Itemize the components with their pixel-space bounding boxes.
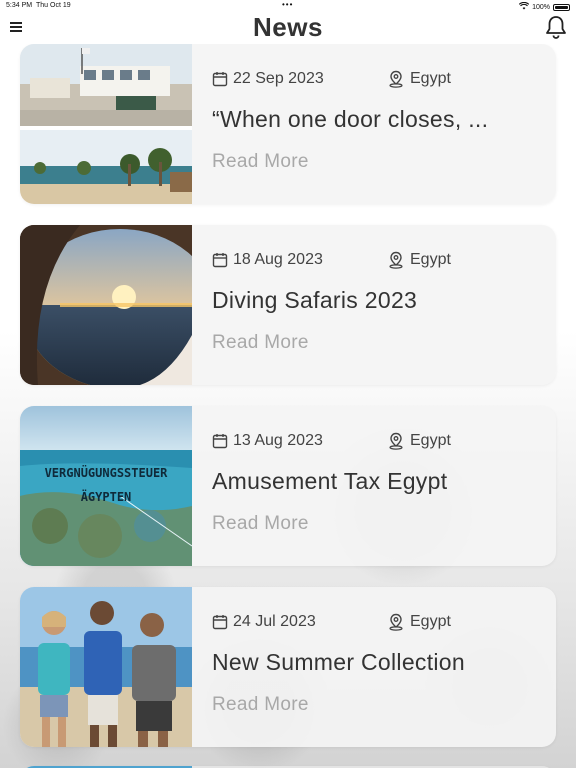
read-more-link[interactable]: Read More	[212, 332, 309, 354]
news-date-text: 13 Aug 2023	[233, 432, 323, 449]
news-meta: 13 Aug 2023 Egypt	[212, 432, 536, 454]
news-date-text: 18 Aug 2023	[233, 251, 323, 268]
image-caption-line: ÄGYPTEN	[80, 490, 132, 504]
news-date: 18 Aug 2023	[212, 251, 323, 269]
news-meta: 22 Sep 2023 Egypt	[212, 70, 536, 92]
news-title: Diving Safaris 2023	[212, 287, 418, 313]
wifi-icon	[518, 1, 530, 12]
read-more-link[interactable]: Read More	[212, 151, 309, 173]
calendar-icon	[212, 434, 228, 449]
news-card[interactable]: 18 Aug 2023 Egypt Diving Safaris 2023 Re…	[20, 225, 556, 385]
news-title: New Summer Collection	[212, 649, 465, 675]
news-image-reef: VERGNÜGUNGSSTEUER ÄGYPTEN	[20, 406, 192, 566]
news-card[interactable]: 24 Jul 2023 Egypt New Summer Collection …	[20, 587, 556, 747]
news-card[interactable]: 22 Sep 2023 Egypt “When one door closes,…	[20, 44, 556, 204]
news-location: Egypt	[388, 613, 451, 631]
page-title: News	[253, 12, 323, 42]
location-pin-icon	[389, 613, 403, 631]
news-image-beach	[20, 44, 192, 204]
status-date: Thu Oct 19	[36, 2, 71, 9]
news-location-text: Egypt	[410, 432, 451, 449]
news-meta: 24 Jul 2023 Egypt	[212, 613, 536, 635]
news-location: Egypt	[388, 432, 451, 450]
status-time: 5:34 PM	[6, 2, 33, 9]
news-date: 13 Aug 2023	[212, 432, 323, 450]
calendar-icon	[212, 72, 228, 87]
news-location-text: Egypt	[410, 613, 451, 630]
news-card[interactable]: VERGNÜGUNGSSTEUER ÄGYPTEN 13 Aug 2023 Eg…	[20, 406, 556, 566]
news-title: “When one door closes, ...	[212, 106, 489, 132]
location-pin-icon	[389, 251, 403, 269]
news-location-text: Egypt	[410, 70, 451, 87]
calendar-icon	[212, 253, 228, 268]
news-title: Amusement Tax Egypt	[212, 468, 448, 494]
location-pin-icon	[389, 70, 403, 88]
battery-icon	[553, 3, 570, 11]
news-image-sunset	[20, 225, 192, 385]
read-more-link[interactable]: Read More	[212, 694, 309, 716]
calendar-icon	[212, 615, 228, 630]
news-location-text: Egypt	[410, 251, 451, 268]
location-pin-icon	[389, 432, 403, 450]
image-caption-line: VERGNÜGUNGSSTEUER	[44, 466, 168, 480]
news-location: Egypt	[388, 251, 451, 269]
news-meta: 18 Aug 2023 Egypt	[212, 251, 536, 273]
battery-percent: 100%	[532, 3, 550, 11]
header-bar: News	[0, 12, 576, 44]
status-right: 100%	[518, 1, 570, 12]
multitask-dots[interactable]: •••	[282, 0, 293, 9]
news-image-people	[20, 587, 192, 747]
news-date-text: 24 Jul 2023	[233, 613, 316, 630]
status-bar: 5:34 PM Thu Oct 19 ••• 100%	[0, 0, 576, 12]
news-date: 22 Sep 2023	[212, 70, 324, 88]
read-more-link[interactable]: Read More	[212, 513, 309, 535]
news-date: 24 Jul 2023	[212, 613, 316, 631]
news-date-text: 22 Sep 2023	[233, 70, 324, 87]
news-location: Egypt	[388, 70, 451, 88]
bell-icon[interactable]	[545, 15, 567, 39]
